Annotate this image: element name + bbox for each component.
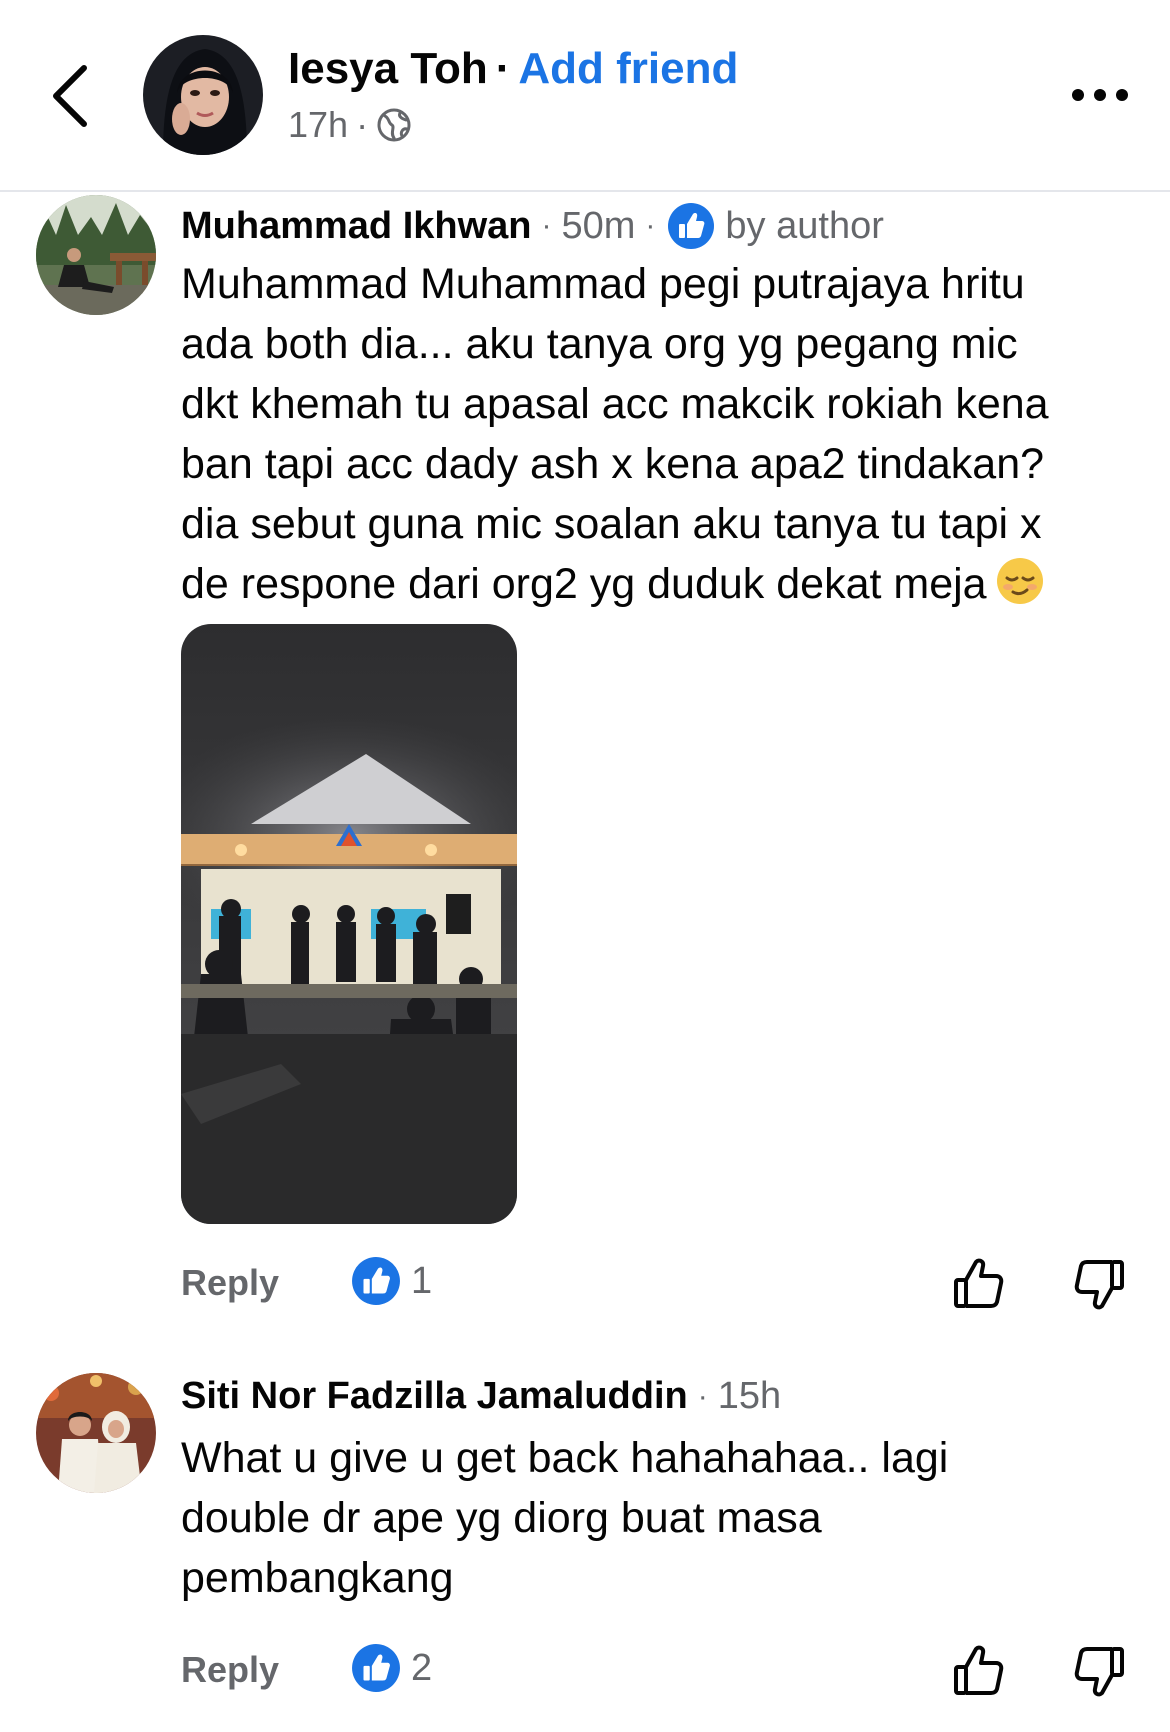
more-horizontal-icon[interactable]: [1070, 82, 1130, 108]
liked-by-author-badge: by author: [667, 202, 884, 250]
commenter-name[interactable]: Siti Nor Fadzilla Jamaluddin: [181, 1375, 688, 1418]
comment-line: dkt khemah tu apasal acc makcik rokiah k…: [181, 380, 1049, 428]
globe-icon: [377, 108, 411, 142]
comment-time: 50m: [561, 204, 636, 247]
comment-line: ban tapi acc dady ash x kena apa2 tindak…: [181, 440, 1045, 488]
poster-name[interactable]: Iesya Toh: [288, 44, 488, 93]
thumbs-up-icon[interactable]: [950, 1256, 1006, 1312]
comment-text: Muhammad Muhammad pegi putrajaya hritu a…: [181, 254, 1141, 614]
comment-line: double dr ape yg diorg buat masa: [181, 1494, 822, 1542]
commenter-avatar[interactable]: [36, 195, 156, 315]
reply-button[interactable]: Reply: [181, 1262, 279, 1304]
comment-header: Siti Nor Fadzilla Jamaluddin · 15h: [181, 1375, 781, 1418]
like-reaction-icon: [352, 1257, 400, 1305]
add-friend-button[interactable]: Add friend: [518, 44, 738, 93]
chevron-left-icon[interactable]: [44, 60, 100, 132]
post-meta: 17h ·: [288, 104, 412, 146]
comment-time: 15h: [717, 1375, 782, 1417]
by-author-label: by author: [725, 204, 884, 247]
comment-header: Muhammad Ikhwan · 50m · by author: [181, 202, 884, 250]
post-time: 17h: [288, 104, 349, 145]
separator-dot: ·: [495, 44, 511, 93]
like-reaction-icon: [352, 1644, 400, 1692]
commenter-avatar[interactable]: [36, 1373, 156, 1493]
comment-line: Muhammad Muhammad pegi putrajaya hritu: [181, 260, 1025, 308]
post-header: Iesya Toh · Add friend 17h ·: [0, 0, 1170, 192]
comment-line: ada both dia... aku tanya org yg pegang …: [181, 320, 1018, 368]
separator-dot: ·: [697, 1379, 708, 1413]
poster-avatar[interactable]: [143, 35, 263, 155]
thumbs-down-icon[interactable]: [1072, 1256, 1128, 1312]
separator-dot: ·: [541, 209, 552, 242]
relieved-face-emoji: [996, 558, 1043, 604]
comment-photo[interactable]: [181, 624, 517, 1224]
thumbs-up-icon[interactable]: [950, 1643, 1006, 1699]
reply-button[interactable]: Reply: [181, 1649, 279, 1691]
comment-line: de respone dari org2 yg duduk dekat meja: [181, 560, 987, 608]
separator-dot: ·: [356, 104, 369, 145]
poster-line: Iesya Toh · Add friend: [288, 44, 738, 94]
thumbs-down-icon[interactable]: [1072, 1643, 1128, 1699]
reaction-summary[interactable]: 1: [351, 1256, 432, 1306]
separator-dot: ·: [645, 209, 656, 242]
comment-line: dia sebut guna mic soalan aku tanya tu t…: [181, 500, 1042, 548]
like-badge-icon: [668, 203, 715, 249]
comment-actions: Reply 2: [0, 1643, 1170, 1703]
reaction-count: 1: [411, 1259, 433, 1302]
comment-text: What u give u get back hahahahaa.. lagi …: [181, 1428, 1141, 1608]
comment-line: What u give u get back hahahahaa.. lagi: [181, 1434, 949, 1482]
commenter-name[interactable]: Muhammad Ikhwan: [181, 205, 532, 248]
reaction-count: 2: [411, 1646, 433, 1689]
comment-line: pembangkang: [181, 1554, 454, 1602]
comment-actions: Reply 1: [0, 1256, 1170, 1316]
reaction-summary[interactable]: 2: [351, 1643, 432, 1693]
